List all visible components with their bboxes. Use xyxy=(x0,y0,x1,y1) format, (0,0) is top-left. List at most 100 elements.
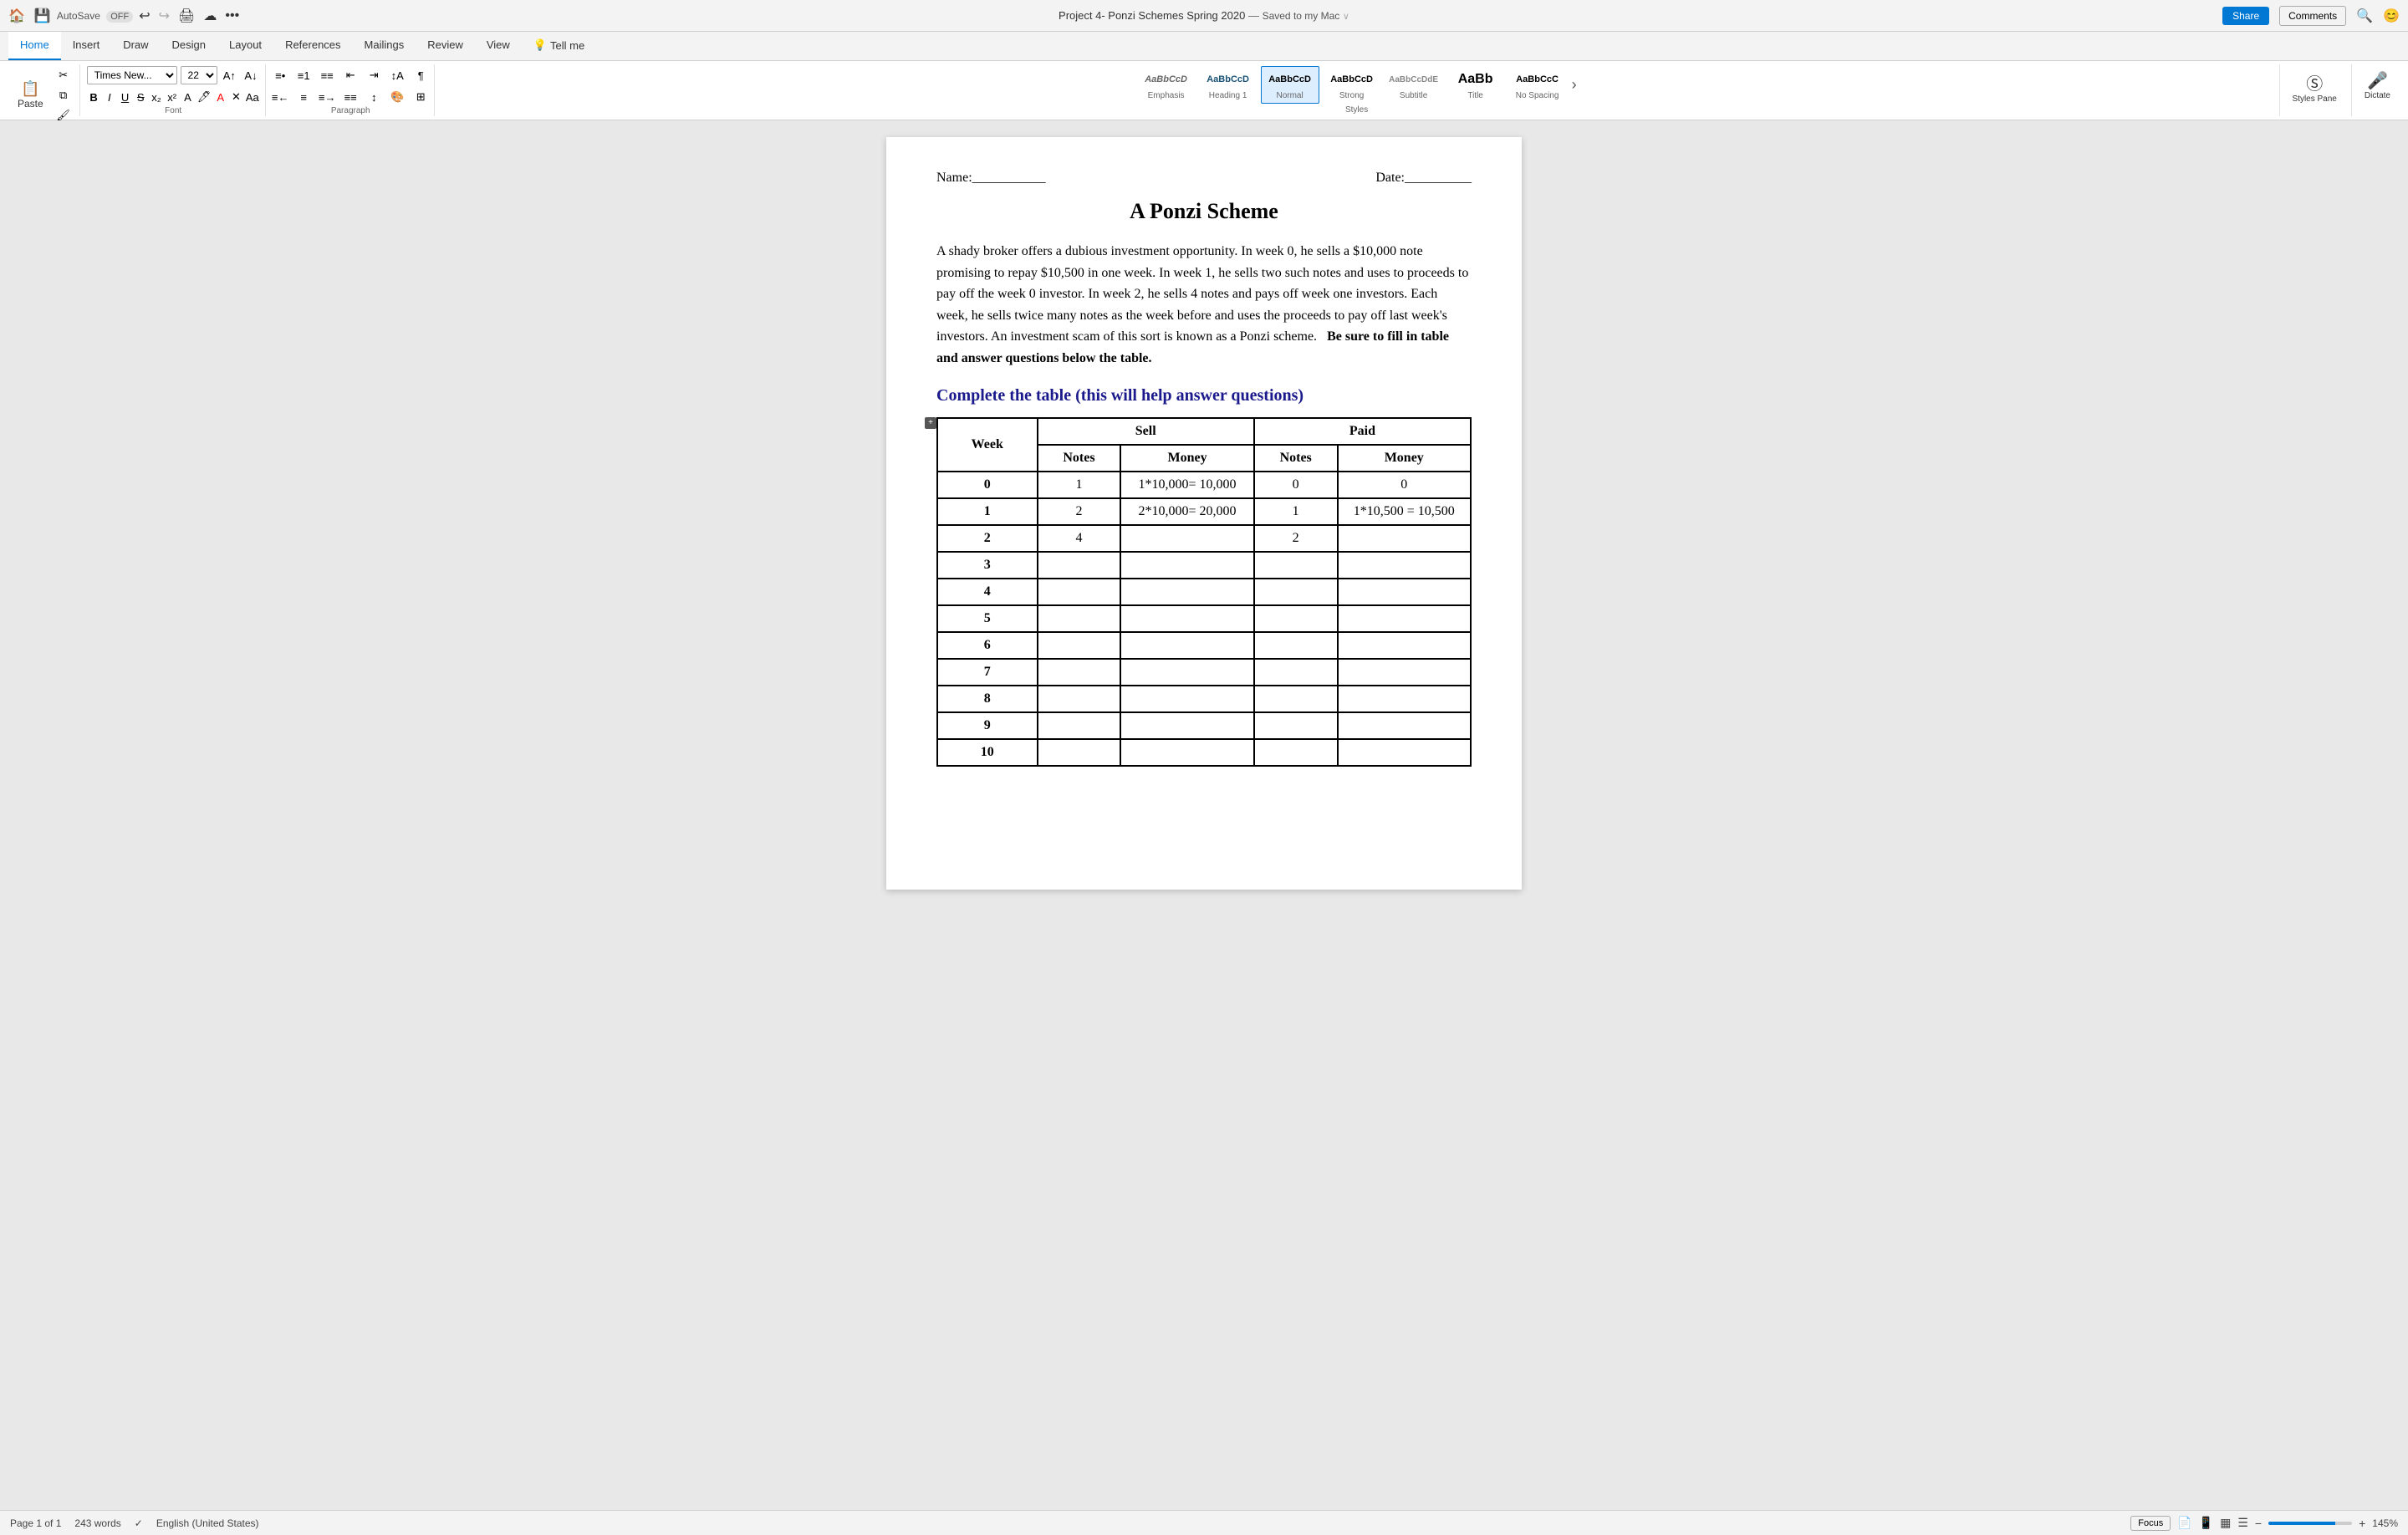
cell-paid-money[interactable] xyxy=(1338,525,1471,552)
align-center-button[interactable]: ≡ xyxy=(293,88,314,106)
italic-button[interactable]: I xyxy=(102,88,116,106)
cell-sell-money[interactable] xyxy=(1120,686,1254,712)
zoom-out-button[interactable]: − xyxy=(2255,1517,2262,1530)
table-row[interactable]: 4 xyxy=(937,579,1471,605)
strikethrough-button[interactable]: S xyxy=(134,88,148,106)
show-formatting-button[interactable]: ¶ xyxy=(410,66,431,84)
cell-sell-notes[interactable]: 1 xyxy=(1038,472,1121,498)
tab-home[interactable]: Home xyxy=(8,32,61,60)
sort-button[interactable]: ↕A xyxy=(386,66,408,84)
table-row[interactable]: 242 xyxy=(937,525,1471,552)
search-icon[interactable]: 🔍 xyxy=(2356,8,2373,24)
cell-sell-notes[interactable]: 4 xyxy=(1038,525,1121,552)
styles-pane-button[interactable]: Ⓢ Styles Pane xyxy=(2285,66,2344,108)
tab-tell-me[interactable]: 💡Tell me xyxy=(522,32,596,60)
clear-format-button[interactable]: ✕ xyxy=(229,88,243,106)
cell-sell-notes[interactable]: 2 xyxy=(1038,498,1121,525)
cut-button[interactable]: ✂ xyxy=(53,66,74,84)
bold-button[interactable]: B xyxy=(87,88,101,106)
cell-paid-money[interactable] xyxy=(1338,686,1471,712)
underline-button[interactable]: U xyxy=(118,88,132,106)
table-row[interactable]: 7 xyxy=(937,659,1471,686)
dictate-button[interactable]: 🎤 Dictate xyxy=(2357,66,2398,105)
cell-sell-money[interactable]: 1*10,000= 10,000 xyxy=(1120,472,1254,498)
line-spacing-button[interactable]: ↕ xyxy=(363,88,385,106)
cell-sell-money[interactable] xyxy=(1120,552,1254,579)
cell-paid-money[interactable] xyxy=(1338,659,1471,686)
tab-view[interactable]: View xyxy=(475,32,522,60)
name-field[interactable]: Name:___________ xyxy=(936,171,1046,186)
share-button[interactable]: Share xyxy=(2222,7,2269,25)
zoom-in-button[interactable]: + xyxy=(2359,1517,2365,1530)
view-mode-icon[interactable]: 📄 xyxy=(2177,1516,2191,1530)
cell-paid-notes[interactable] xyxy=(1254,632,1338,659)
style-heading1[interactable]: AaBbCcD Heading 1 xyxy=(1199,66,1258,104)
tab-mailings[interactable]: Mailings xyxy=(353,32,416,60)
cell-sell-money[interactable] xyxy=(1120,739,1254,766)
cell-week[interactable]: 9 xyxy=(937,712,1038,739)
redo-button[interactable]: ↪ xyxy=(156,6,172,26)
bullets-button[interactable]: ≡• xyxy=(269,66,291,84)
column-view-icon[interactable]: ▦ xyxy=(2220,1516,2231,1530)
table-row[interactable]: 10 xyxy=(937,739,1471,766)
tab-layout[interactable]: Layout xyxy=(217,32,273,60)
cell-sell-money[interactable] xyxy=(1120,579,1254,605)
mobile-view-icon[interactable]: 📱 xyxy=(2199,1516,2213,1530)
align-left-button[interactable]: ≡← xyxy=(269,88,291,106)
cell-paid-money[interactable]: 0 xyxy=(1338,472,1471,498)
spelling-icon[interactable]: ✓ xyxy=(135,1517,143,1529)
cell-paid-notes[interactable] xyxy=(1254,712,1338,739)
font-color-button[interactable]: A xyxy=(213,88,227,106)
comments-button[interactable]: Comments xyxy=(2279,6,2346,26)
tab-references[interactable]: References xyxy=(273,32,352,60)
cell-week[interactable]: 5 xyxy=(937,605,1038,632)
table-row[interactable]: 011*10,000= 10,00000 xyxy=(937,472,1471,498)
decrease-font-button[interactable]: A↓ xyxy=(242,66,260,84)
highlight-color-button[interactable]: 🖊 xyxy=(196,88,212,106)
undo-button[interactable]: ↩ xyxy=(136,6,152,26)
increase-indent-button[interactable]: ⇥ xyxy=(363,66,385,84)
cell-week[interactable]: 1 xyxy=(937,498,1038,525)
cell-week[interactable]: 2 xyxy=(937,525,1038,552)
cell-sell-money[interactable] xyxy=(1120,659,1254,686)
save-button[interactable]: 💾 xyxy=(32,6,54,26)
cell-paid-notes[interactable]: 1 xyxy=(1254,498,1338,525)
style-subtitle[interactable]: AaBbCcDdE Subtitle xyxy=(1385,66,1443,104)
cell-week[interactable]: 4 xyxy=(937,579,1038,605)
cell-paid-notes[interactable]: 2 xyxy=(1254,525,1338,552)
style-title[interactable]: AaBb Title xyxy=(1446,66,1505,104)
cell-paid-money[interactable] xyxy=(1338,712,1471,739)
cell-sell-notes[interactable] xyxy=(1038,605,1121,632)
cell-paid-money[interactable] xyxy=(1338,552,1471,579)
doc-page[interactable]: Name:___________ Date:__________ A Ponzi… xyxy=(886,137,1522,890)
styles-more-arrow[interactable]: › xyxy=(1572,76,1577,94)
paste-button[interactable]: 📋 Paste xyxy=(10,77,51,114)
cell-paid-notes[interactable]: 0 xyxy=(1254,472,1338,498)
tab-insert[interactable]: Insert xyxy=(61,32,112,60)
cell-week[interactable]: 8 xyxy=(937,686,1038,712)
cell-sell-money[interactable]: 2*10,000= 20,000 xyxy=(1120,498,1254,525)
multilevel-list-button[interactable]: ≡≡ xyxy=(316,66,338,84)
table-handle[interactable]: + xyxy=(925,417,936,429)
cell-paid-money[interactable] xyxy=(1338,739,1471,766)
style-normal[interactable]: AaBbCcD Normal xyxy=(1261,66,1319,104)
cell-paid-notes[interactable] xyxy=(1254,659,1338,686)
table-row[interactable]: 8 xyxy=(937,686,1471,712)
outline-view-icon[interactable]: ☰ xyxy=(2237,1516,2248,1530)
cloud-save-button[interactable]: ☁ xyxy=(201,6,219,26)
copy-button[interactable]: ⧉ xyxy=(53,86,74,105)
cell-sell-money[interactable] xyxy=(1120,632,1254,659)
decrease-indent-button[interactable]: ⇤ xyxy=(339,66,361,84)
style-nospacing[interactable]: AaBbCcC No Spacing xyxy=(1508,66,1567,104)
cell-week[interactable]: 3 xyxy=(937,552,1038,579)
cell-sell-notes[interactable] xyxy=(1038,579,1121,605)
table-row[interactable]: 122*10,000= 20,00011*10,500 = 10,500 xyxy=(937,498,1471,525)
superscript-button[interactable]: x² xyxy=(165,88,179,106)
zoom-slider[interactable] xyxy=(2268,1522,2352,1525)
cell-sell-notes[interactable] xyxy=(1038,632,1121,659)
date-field[interactable]: Date:__________ xyxy=(1375,171,1472,186)
change-case-button[interactable]: Aa xyxy=(245,88,260,106)
increase-font-button[interactable]: A↑ xyxy=(221,66,239,84)
account-icon[interactable]: 😊 xyxy=(2383,8,2400,24)
cell-sell-notes[interactable] xyxy=(1038,659,1121,686)
